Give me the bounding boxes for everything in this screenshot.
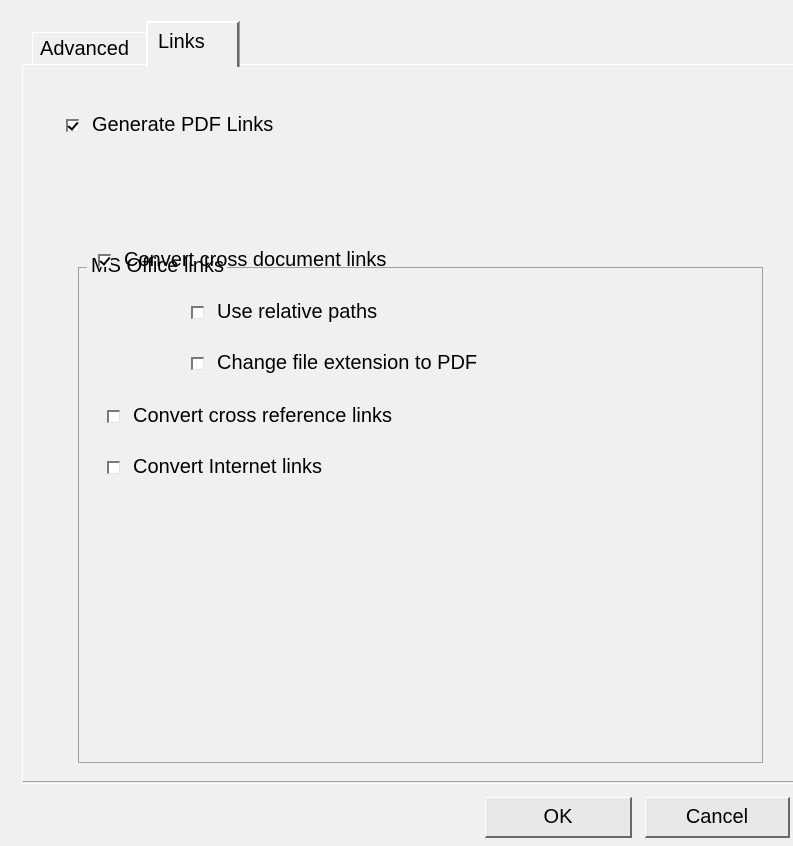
change-file-extension-checkbox[interactable]	[191, 357, 204, 370]
change-file-extension-label: Change file extension to PDF	[217, 352, 478, 374]
cancel-button[interactable]: Cancel	[645, 797, 790, 838]
tab-advanced-label: Advanced	[40, 38, 129, 60]
links-tab-page: Generate PDF Links MS Office links Conve…	[22, 64, 793, 784]
convert-cross-reference-links-checkbox[interactable]	[107, 410, 120, 423]
use-relative-paths-checkbox[interactable]	[191, 306, 204, 319]
generate-pdf-links-option[interactable]: Generate PDF Links	[66, 114, 273, 137]
convert-internet-links-label: Convert Internet links	[133, 456, 322, 478]
tab-links[interactable]: Links	[146, 21, 240, 67]
convert-internet-links-checkbox[interactable]	[107, 461, 120, 474]
use-relative-paths-option[interactable]: Use relative paths	[191, 301, 377, 324]
convert-cross-reference-links-label: Convert cross reference links	[133, 405, 392, 427]
tab-links-label: Links	[158, 31, 205, 53]
convert-cross-document-links-option[interactable]: Convert cross document links	[98, 249, 386, 272]
use-relative-paths-label: Use relative paths	[217, 301, 378, 323]
convert-cross-document-links-checkbox[interactable]	[98, 254, 111, 267]
ms-office-links-group: MS Office links	[78, 254, 763, 763]
generate-pdf-links-label: Generate PDF Links	[92, 114, 274, 136]
convert-cross-document-links-label: Convert cross document links	[124, 249, 387, 271]
tab-advanced[interactable]: Advanced	[32, 32, 148, 64]
convert-cross-reference-links-option[interactable]: Convert cross reference links	[107, 405, 392, 428]
ok-button[interactable]: OK	[485, 797, 632, 838]
generate-pdf-links-checkbox[interactable]	[66, 119, 79, 132]
convert-internet-links-option[interactable]: Convert Internet links	[107, 456, 322, 479]
change-file-extension-option[interactable]: Change file extension to PDF	[191, 352, 477, 375]
